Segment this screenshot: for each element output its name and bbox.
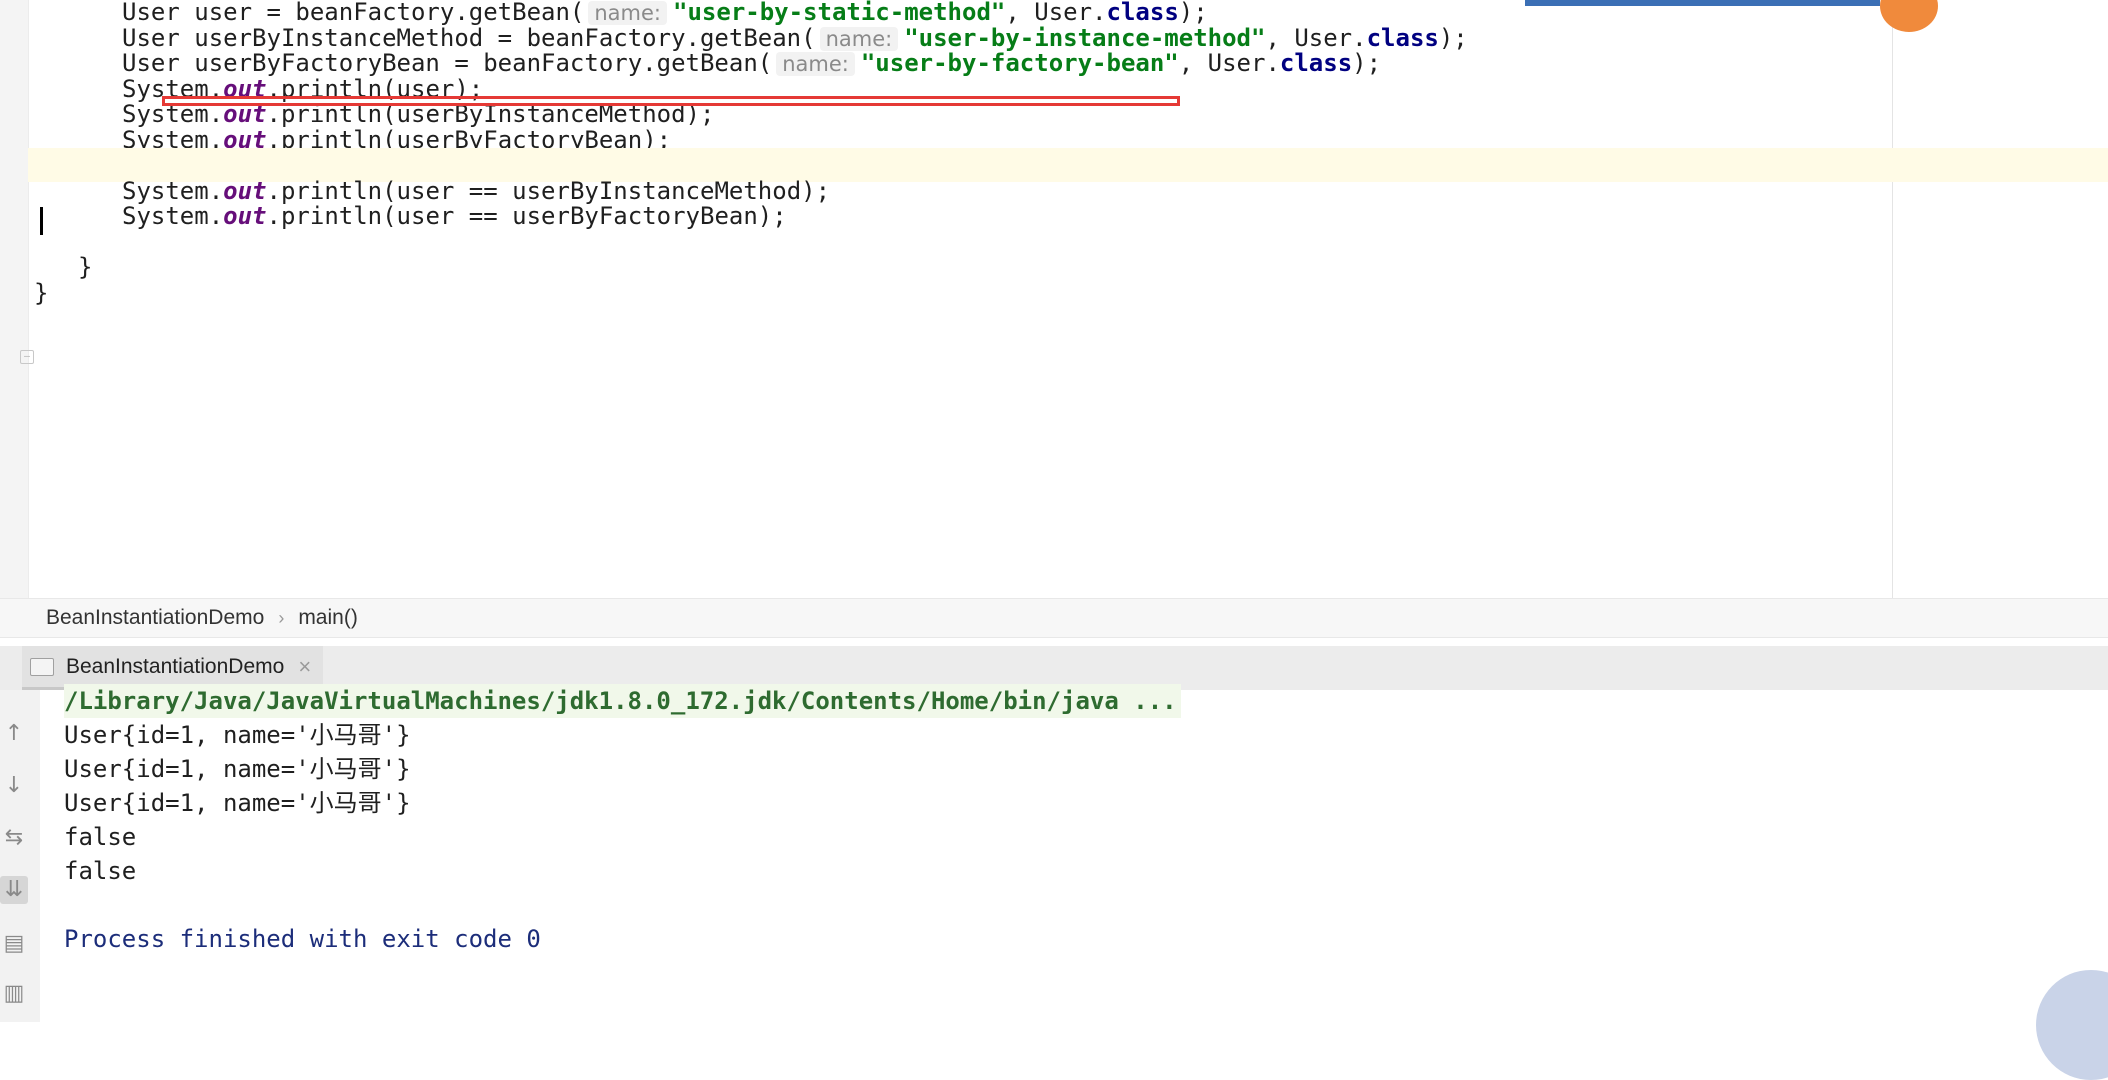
code-token: ); [1352, 49, 1382, 77]
trash-icon[interactable]: ▥ [0, 980, 28, 1008]
code-token: out [223, 202, 267, 230]
console-line: /Library/Java/JavaVirtualMachines/jdk1.8… [64, 684, 1181, 718]
brand-bar [1525, 0, 1880, 6]
scroll-to-end-icon[interactable]: ⇊ [0, 876, 28, 904]
run-tab-label: BeanInstantiationDemo [66, 654, 285, 678]
code-token: ); [1438, 23, 1468, 52]
console-line: Process finished with exit code 0 [64, 925, 541, 953]
breadcrumb-method[interactable]: main() [298, 606, 358, 630]
chevron-right-icon: › [278, 607, 285, 628]
parameter-hint: name: [776, 52, 855, 76]
code-token: System. [122, 202, 224, 230]
print-icon[interactable]: ▤ [0, 930, 28, 958]
soft-wrap-icon[interactable]: ⇆ [0, 824, 28, 852]
right-margin-guide [1892, 0, 1893, 598]
breadcrumb-class[interactable]: BeanInstantiationDemo [46, 606, 264, 630]
console-line: false [64, 823, 137, 851]
brand-logo-icon [1880, 0, 1938, 32]
run-console[interactable]: /Library/Java/JavaVirtualMachines/jdk1.8… [40, 684, 2108, 1022]
code-editor[interactable]: User user = beanFactory.getBean(name: "us… [0, 0, 2108, 598]
code-token: class [1279, 49, 1353, 77]
arrow-down-icon[interactable]: ↓ [0, 772, 28, 800]
arrow-up-icon[interactable]: ↑ [0, 720, 28, 748]
code-token: } [34, 278, 49, 307]
text-caret [40, 207, 43, 235]
code-token: "user-by-factory-bean" [860, 49, 1179, 77]
code-token: } [78, 253, 93, 281]
console-icon [30, 657, 54, 676]
console-line: User{id=1, name='小马哥'} [64, 721, 411, 749]
code-token: .println(user == userByFactoryBean); [266, 202, 787, 230]
console-line: User{id=1, name='小马哥'} [64, 755, 411, 783]
fold-icon[interactable]: – [20, 350, 34, 364]
code-token: , User. [1178, 49, 1280, 77]
console-line: false [64, 857, 137, 885]
annotation-highlight-box [162, 96, 1180, 106]
console-line: User{id=1, name='小马哥'} [64, 789, 411, 817]
editor-gutter [0, 0, 29, 598]
close-icon[interactable]: × [298, 654, 311, 680]
run-toolbar: ↑ ↓ ⇆ ⇊ ▤ ▥ [0, 690, 41, 1022]
breadcrumb: BeanInstantiationDemo › main() [0, 598, 2108, 638]
